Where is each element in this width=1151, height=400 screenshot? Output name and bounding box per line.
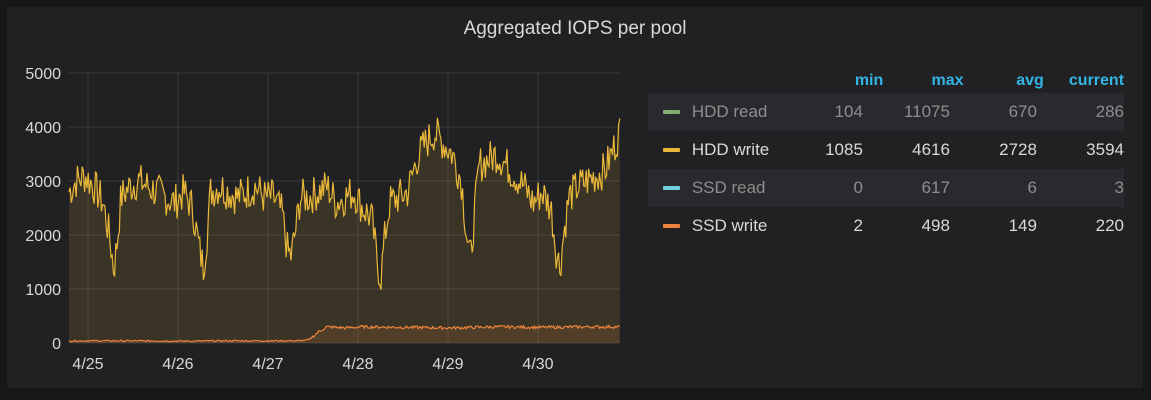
legend-min: 1085 — [825, 140, 863, 159]
legend-series-name[interactable]: SSD read — [692, 178, 817, 198]
legend-series-name[interactable]: HDD write — [692, 140, 817, 160]
legend-max: 11075 — [903, 102, 950, 121]
legend-row-ssd-read[interactable]: SSD read 0 617 6 3 — [648, 169, 1124, 207]
y-tick-label: 0 — [52, 336, 61, 353]
legend-table: min max avg current HDD read 104 11075 6… — [648, 69, 1124, 245]
x-tick-label: 4/29 — [432, 356, 463, 373]
x-tick-label: 4/30 — [522, 356, 553, 373]
legend-header-max[interactable]: max — [883, 72, 963, 90]
series-color-swatch[interactable] — [663, 186, 680, 190]
legend-max: 498 — [921, 216, 950, 235]
legend-header-avg[interactable]: avg — [964, 72, 1044, 90]
x-tick-label: 4/27 — [252, 356, 283, 373]
y-tick-label: 4000 — [25, 120, 61, 137]
legend-header-min[interactable]: min — [803, 72, 883, 90]
series-color-swatch[interactable] — [663, 110, 680, 114]
legend-row-hdd-read[interactable]: HDD read 104 11075 670 286 — [648, 93, 1124, 131]
legend-header: min max avg current — [648, 69, 1124, 93]
x-tick-label: 4/28 — [342, 356, 373, 373]
legend-row-hdd-write[interactable]: HDD write 1085 4616 2728 3594 — [648, 131, 1124, 169]
legend-row-ssd-write[interactable]: SSD write 2 498 149 220 — [648, 207, 1124, 245]
legend-current: 3 — [1114, 178, 1124, 197]
series-area — [69, 117, 620, 343]
graph-panel: Aggregated IOPS per pool 0 1000 2000 3000 40… — [7, 7, 1143, 388]
legend-min: 104 — [834, 102, 863, 121]
legend-current: 286 — [1095, 102, 1124, 121]
series-color-swatch[interactable] — [663, 224, 680, 228]
x-tick-label: 4/25 — [72, 356, 103, 373]
legend-current: 220 — [1095, 216, 1124, 235]
legend-avg: 2728 — [999, 140, 1037, 159]
legend-header-current[interactable]: current — [1044, 72, 1124, 90]
series-color-swatch[interactable] — [663, 148, 680, 152]
y-tick-label: 2000 — [25, 228, 61, 245]
x-tick-label: 4/26 — [162, 356, 193, 373]
legend-series-name[interactable]: HDD read — [692, 102, 817, 122]
legend-avg: 670 — [1008, 102, 1037, 121]
y-tick-label: 3000 — [25, 174, 61, 191]
legend-min: 0 — [853, 178, 863, 197]
legend-avg: 6 — [1027, 178, 1037, 197]
legend-max: 617 — [921, 178, 950, 197]
legend-current: 3594 — [1086, 140, 1124, 159]
legend-series-name[interactable]: SSD write — [692, 216, 817, 236]
legend-max: 4616 — [912, 140, 950, 159]
legend-min: 2 — [853, 216, 863, 235]
y-tick-label: 5000 — [25, 66, 61, 83]
y-tick-label: 1000 — [25, 282, 61, 299]
legend-avg: 149 — [1008, 216, 1037, 235]
